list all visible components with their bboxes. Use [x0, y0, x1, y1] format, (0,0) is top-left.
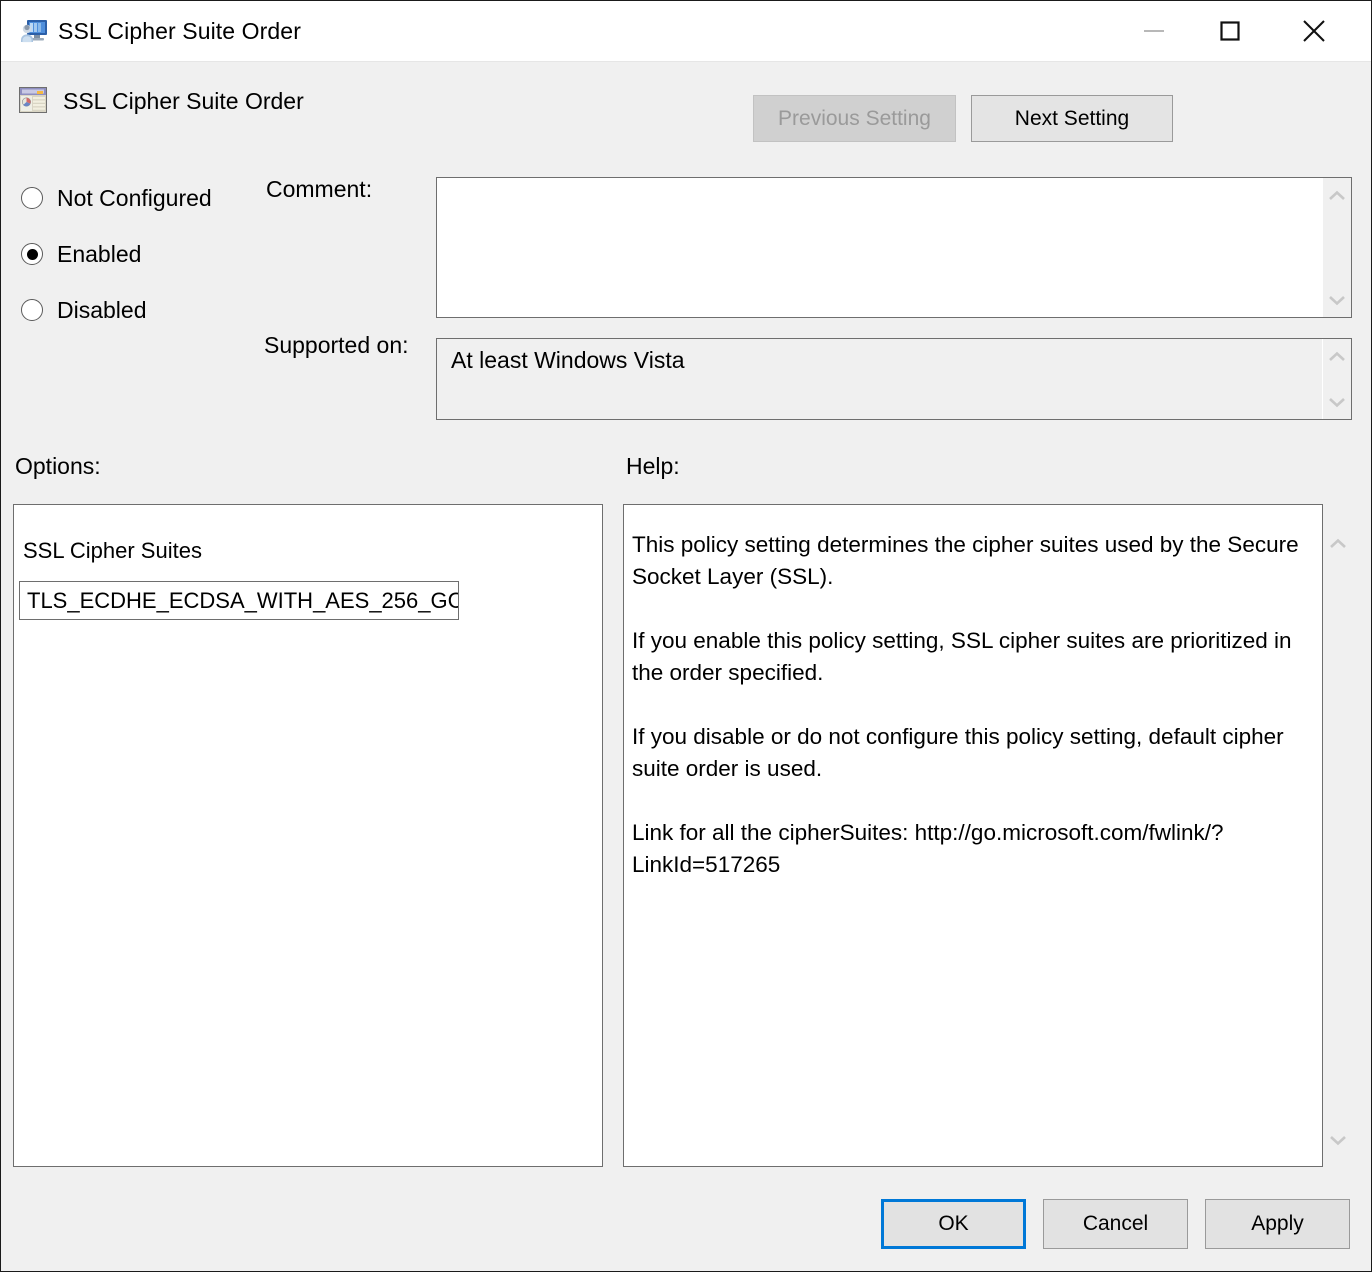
- radio-not-configured-indicator: [21, 187, 43, 209]
- radio-not-configured-label: Not Configured: [57, 185, 212, 212]
- supported-on-label: Supported on:: [264, 332, 409, 359]
- title-bar: SSL Cipher Suite Order: [1, 1, 1371, 62]
- policy-setting-icon: [18, 86, 48, 114]
- radio-disabled-label: Disabled: [57, 297, 147, 324]
- options-label: Options:: [15, 453, 101, 480]
- gpedit-user-monitor-icon: [18, 17, 48, 47]
- radio-enabled-indicator: [21, 243, 43, 265]
- radio-not-configured[interactable]: Not Configured: [21, 183, 212, 213]
- supported-on-value: At least Windows Vista: [451, 347, 685, 374]
- help-paragraph: If you enable this policy setting, SSL c…: [632, 625, 1306, 689]
- chevron-down-icon[interactable]: [1323, 1127, 1353, 1153]
- chevron-up-icon[interactable]: [1323, 182, 1351, 208]
- radio-disabled-indicator: [21, 299, 43, 321]
- help-label: Help:: [626, 453, 680, 480]
- ssl-cipher-suites-label: SSL Cipher Suites: [23, 538, 202, 564]
- next-setting-button[interactable]: Next Setting: [971, 95, 1173, 142]
- minimize-button[interactable]: [1123, 1, 1185, 61]
- comment-label: Comment:: [266, 176, 372, 203]
- help-paragraph: Link for all the cipherSuites: http://go…: [632, 817, 1306, 881]
- comment-textarea[interactable]: [436, 177, 1352, 318]
- close-button[interactable]: [1283, 1, 1345, 61]
- chevron-up-icon[interactable]: [1323, 343, 1351, 369]
- help-scrollbar[interactable]: [1323, 504, 1353, 1167]
- radio-disabled[interactable]: Disabled: [21, 295, 147, 325]
- ssl-cipher-suites-input-text: TLS_ECDHE_ECDSA_WITH_AES_256_GCM_S: [27, 588, 459, 614]
- supported-on-scrollbar[interactable]: [1322, 339, 1351, 419]
- ssl-cipher-suites-input[interactable]: TLS_ECDHE_ECDSA_WITH_AES_256_GCM_S: [19, 581, 459, 620]
- help-panel: This policy setting determines the ciphe…: [623, 504, 1323, 1167]
- setting-header: SSL Cipher Suite Order Previous Setting …: [1, 62, 1371, 158]
- previous-setting-button[interactable]: Previous Setting: [753, 95, 956, 142]
- maximize-button[interactable]: [1199, 1, 1261, 61]
- window-title: SSL Cipher Suite Order: [58, 18, 301, 45]
- setting-title: SSL Cipher Suite Order: [63, 88, 304, 115]
- supported-on-field: At least Windows Vista: [436, 338, 1352, 420]
- apply-button[interactable]: Apply: [1205, 1199, 1350, 1249]
- radio-enabled-label: Enabled: [57, 241, 141, 268]
- help-paragraph: This policy setting determines the ciphe…: [632, 529, 1306, 593]
- chevron-down-icon[interactable]: [1323, 287, 1351, 313]
- chevron-down-icon[interactable]: [1323, 389, 1351, 415]
- help-paragraph: If you disable or do not configure this …: [632, 721, 1306, 785]
- ssl-cipher-suite-order-dialog: SSL Cipher Suite Order: [0, 0, 1372, 1272]
- options-panel: SSL Cipher Suites TLS_ECDHE_ECDSA_WITH_A…: [13, 504, 603, 1167]
- comment-scrollbar[interactable]: [1322, 178, 1351, 317]
- chevron-up-icon[interactable]: [1323, 530, 1353, 556]
- cancel-button[interactable]: Cancel: [1043, 1199, 1188, 1249]
- ok-button[interactable]: OK: [881, 1199, 1026, 1249]
- radio-enabled[interactable]: Enabled: [21, 239, 141, 269]
